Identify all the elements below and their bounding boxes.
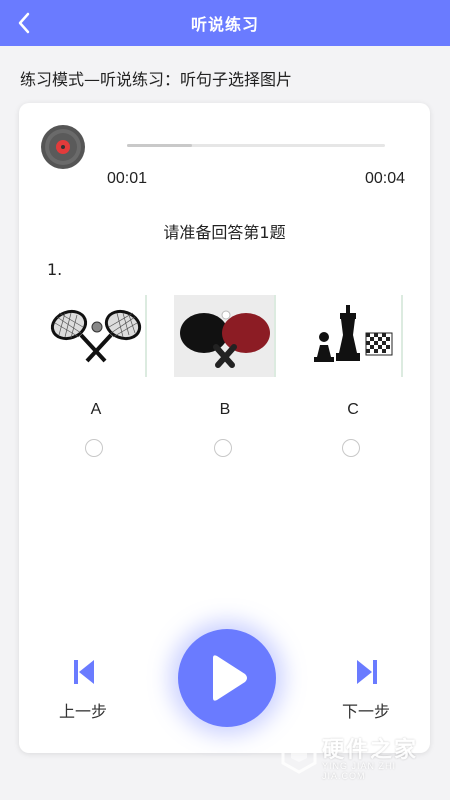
exercise-card: 00:01 00:04 请准备回答第1题 1. A B C 上一步 下一步 (19, 103, 430, 753)
option-c-image[interactable] (302, 295, 402, 377)
audio-progress-fill (127, 144, 192, 147)
site-watermark: 硬件之家 YING JIAN ZHI JIA.COM (280, 730, 440, 781)
vinyl-record-icon[interactable] (40, 124, 86, 170)
cube-logo-icon (281, 732, 317, 774)
audio-progress-bar[interactable] (127, 144, 385, 147)
next-label: 下一步 (341, 702, 390, 721)
watermark-title: 硬件之家 (322, 738, 419, 763)
chess-pieces-icon (314, 305, 393, 362)
next-button[interactable]: 下一步 (331, 653, 401, 723)
option-divider (401, 295, 403, 377)
watermark-subtitle: YING JIAN ZHI JIA.COM (322, 761, 397, 781)
question-number: 1. (47, 260, 63, 279)
mode-description: 练习模式—听说练习：听句子选择图片 (20, 70, 293, 89)
option-c-radio[interactable] (342, 439, 360, 457)
ping-pong-paddles-icon (174, 295, 274, 377)
tennis-rackets-icon (50, 309, 142, 363)
option-a-radio[interactable] (85, 439, 103, 457)
play-button[interactable] (178, 629, 276, 727)
skip-next-icon (357, 660, 377, 684)
option-c-label: C (347, 401, 359, 418)
option-b-radio[interactable] (214, 439, 232, 457)
previous-label: 上一步 (58, 702, 107, 721)
total-time: 00:04 (364, 170, 405, 187)
back-button[interactable] (10, 8, 38, 38)
option-b-label: B (219, 401, 231, 418)
option-divider (274, 295, 276, 377)
question-prompt: 请准备回答第1题 (163, 223, 286, 242)
chevron-left-icon (18, 12, 30, 34)
option-b-image[interactable] (174, 295, 274, 377)
play-icon (213, 655, 247, 701)
skip-previous-icon (74, 660, 94, 684)
option-a-image[interactable] (45, 295, 145, 377)
previous-button[interactable]: 上一步 (48, 653, 118, 723)
option-divider (145, 295, 147, 377)
page-title: 听说练习 (190, 15, 259, 34)
app-header: 听说练习 (0, 0, 450, 46)
option-a-label: A (90, 401, 102, 418)
current-time: 00:01 (107, 170, 148, 187)
